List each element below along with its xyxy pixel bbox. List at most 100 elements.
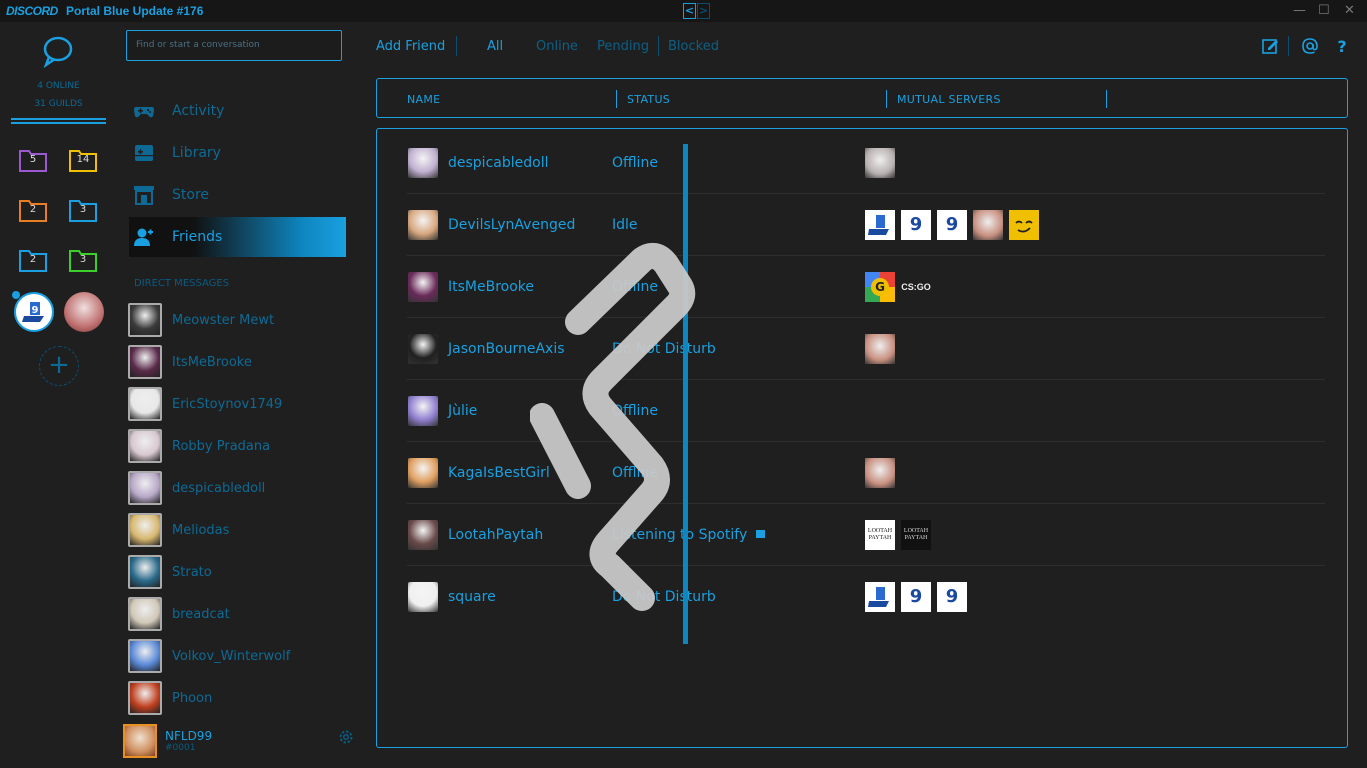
mutual-servers bbox=[865, 148, 895, 178]
server-icon[interactable] bbox=[865, 334, 895, 364]
friend-row[interactable]: LootahPaytah Listening to Spotify LOOTAH … bbox=[407, 504, 1325, 566]
tab-blocked[interactable]: Blocked bbox=[668, 39, 719, 54]
friend-name[interactable]: ItsMeBrooke bbox=[448, 279, 534, 295]
tab-online[interactable]: Online bbox=[536, 39, 578, 54]
dm-item[interactable]: despicabledoll bbox=[128, 470, 265, 506]
dm-name: Strato bbox=[172, 564, 212, 580]
tab-pending[interactable]: Pending bbox=[597, 39, 649, 54]
friend-name[interactable]: square bbox=[448, 589, 496, 605]
dm-name: Phoon bbox=[172, 690, 213, 706]
server-icon[interactable]: LOOTAH PAYTAH bbox=[901, 520, 931, 550]
column-header-status[interactable]: STATUS bbox=[627, 93, 670, 106]
svg-text:9: 9 bbox=[32, 305, 39, 316]
dm-name: despicabledoll bbox=[172, 480, 266, 496]
server-icon[interactable]: 9 bbox=[901, 582, 931, 612]
avatar bbox=[128, 555, 162, 589]
add-friend-button[interactable]: Add Friend bbox=[376, 39, 445, 54]
maximize-button[interactable]: ☐ bbox=[1318, 3, 1330, 18]
dm-name: ItsMeBrooke bbox=[172, 354, 252, 370]
guild-folder[interactable]: 2 bbox=[19, 248, 47, 272]
guild-folder[interactable]: 5 bbox=[19, 148, 47, 172]
dm-item[interactable]: Strato bbox=[128, 554, 212, 590]
server-icon[interactable]: G bbox=[865, 272, 895, 302]
guild-folder[interactable]: 14 bbox=[69, 148, 97, 172]
back-button[interactable]: < bbox=[683, 3, 696, 19]
friend-row[interactable]: ItsMeBrooke Offline G CS:GO bbox=[407, 256, 1325, 318]
friend-row[interactable]: Jùlie Offline bbox=[407, 380, 1325, 442]
friend-row[interactable]: square Do Not Disturb 9 9 bbox=[407, 566, 1325, 628]
guild-folder[interactable]: 3 bbox=[69, 248, 97, 272]
help-icon[interactable]: ? bbox=[1333, 37, 1351, 55]
friend-status: Offline bbox=[612, 279, 658, 295]
home-chat-icon[interactable] bbox=[41, 34, 75, 68]
server-icon[interactable] bbox=[1009, 210, 1039, 240]
friend-row[interactable]: JasonBourneAxis Do Not Disturb bbox=[407, 318, 1325, 380]
server-icon[interactable] bbox=[973, 210, 1003, 240]
server-icon[interactable] bbox=[865, 210, 895, 240]
avatar bbox=[128, 471, 162, 505]
avatar[interactable] bbox=[123, 724, 157, 758]
divider bbox=[11, 118, 106, 120]
dm-item[interactable]: Robby Pradana bbox=[128, 428, 270, 464]
history-nav: < > bbox=[683, 3, 710, 19]
new-group-dm-icon[interactable] bbox=[1261, 37, 1279, 55]
guild-folder[interactable]: 2 bbox=[19, 198, 47, 222]
friend-name[interactable]: despicabledoll bbox=[448, 155, 548, 171]
dm-name: Volkov_Winterwolf bbox=[172, 648, 291, 664]
friend-name[interactable]: Jùlie bbox=[448, 403, 477, 419]
guild-anime[interactable] bbox=[64, 292, 104, 332]
avatar bbox=[408, 582, 438, 612]
friend-row[interactable]: despicabledoll Offline bbox=[407, 132, 1325, 194]
dm-item[interactable]: EricStoynov1749 bbox=[128, 386, 282, 422]
server-icon[interactable]: CS:GO bbox=[901, 272, 931, 302]
nav-library[interactable]: Library bbox=[129, 133, 346, 173]
avatar bbox=[128, 639, 162, 673]
friend-name[interactable]: KagaIsBestGirl bbox=[448, 465, 550, 481]
folder-count: 14 bbox=[76, 154, 90, 165]
gear-icon[interactable] bbox=[338, 729, 354, 745]
nav-label: Friends bbox=[172, 229, 223, 245]
friends-list: despicabledoll Offline DevilsLynAvenged Idl… bbox=[376, 128, 1348, 748]
server-icon[interactable] bbox=[865, 148, 895, 178]
dm-item[interactable]: Meliodas bbox=[128, 512, 229, 548]
gamepad-icon bbox=[134, 107, 154, 118]
avatar bbox=[128, 597, 162, 631]
search-input[interactable]: Find or start a conversation bbox=[126, 30, 342, 61]
nav-store[interactable]: Store bbox=[129, 175, 346, 215]
column-header-name[interactable]: NAME bbox=[407, 93, 440, 106]
avatar bbox=[128, 681, 162, 715]
add-guild-button[interactable]: + bbox=[39, 346, 79, 386]
friends-table-header: NAME STATUS MUTUAL SERVERS bbox=[376, 78, 1348, 118]
server-icon[interactable]: 9 bbox=[937, 582, 967, 612]
friend-name[interactable]: LootahPaytah bbox=[448, 527, 543, 543]
mentions-icon[interactable] bbox=[1301, 37, 1319, 55]
guild-portal[interactable]: 9 bbox=[14, 292, 54, 332]
avatar bbox=[408, 148, 438, 178]
dm-item[interactable]: breadcat bbox=[128, 596, 230, 632]
server-icon[interactable]: 9 bbox=[901, 210, 931, 240]
portal-guild-icon: 9 bbox=[22, 302, 44, 322]
friend-row[interactable]: KagaIsBestGirl Offline bbox=[407, 442, 1325, 504]
server-icon[interactable]: 9 bbox=[937, 210, 967, 240]
friend-name[interactable]: JasonBourneAxis bbox=[448, 341, 565, 357]
guild-folder[interactable]: 3 bbox=[69, 198, 97, 222]
dm-item[interactable]: ItsMeBrooke bbox=[128, 344, 252, 380]
server-icon[interactable] bbox=[865, 582, 895, 612]
minimize-button[interactable]: — bbox=[1293, 3, 1306, 18]
dm-item[interactable]: Phoon bbox=[128, 680, 212, 716]
server-icon[interactable] bbox=[865, 458, 895, 488]
nav-friends[interactable]: Friends bbox=[129, 217, 346, 257]
close-button[interactable]: ✕ bbox=[1344, 3, 1355, 18]
column-header-mutual-servers[interactable]: MUTUAL SERVERS bbox=[897, 93, 1001, 106]
nav-label: Store bbox=[172, 187, 210, 203]
mutual-servers: G CS:GO bbox=[865, 272, 931, 302]
tab-all[interactable]: All bbox=[487, 39, 503, 54]
server-icon[interactable]: LOOTAH PAYTAH bbox=[865, 520, 895, 550]
dm-item[interactable]: Volkov_Winterwolf bbox=[128, 638, 290, 674]
folder-count: 5 bbox=[29, 154, 37, 165]
dm-item[interactable]: Meowster Mewt bbox=[128, 302, 274, 338]
friend-name[interactable]: DevilsLynAvenged bbox=[448, 217, 575, 233]
nav-activity[interactable]: Activity bbox=[129, 91, 346, 131]
friend-row[interactable]: DevilsLynAvenged Idle 9 9 bbox=[407, 194, 1325, 256]
forward-button[interactable]: > bbox=[697, 3, 710, 19]
